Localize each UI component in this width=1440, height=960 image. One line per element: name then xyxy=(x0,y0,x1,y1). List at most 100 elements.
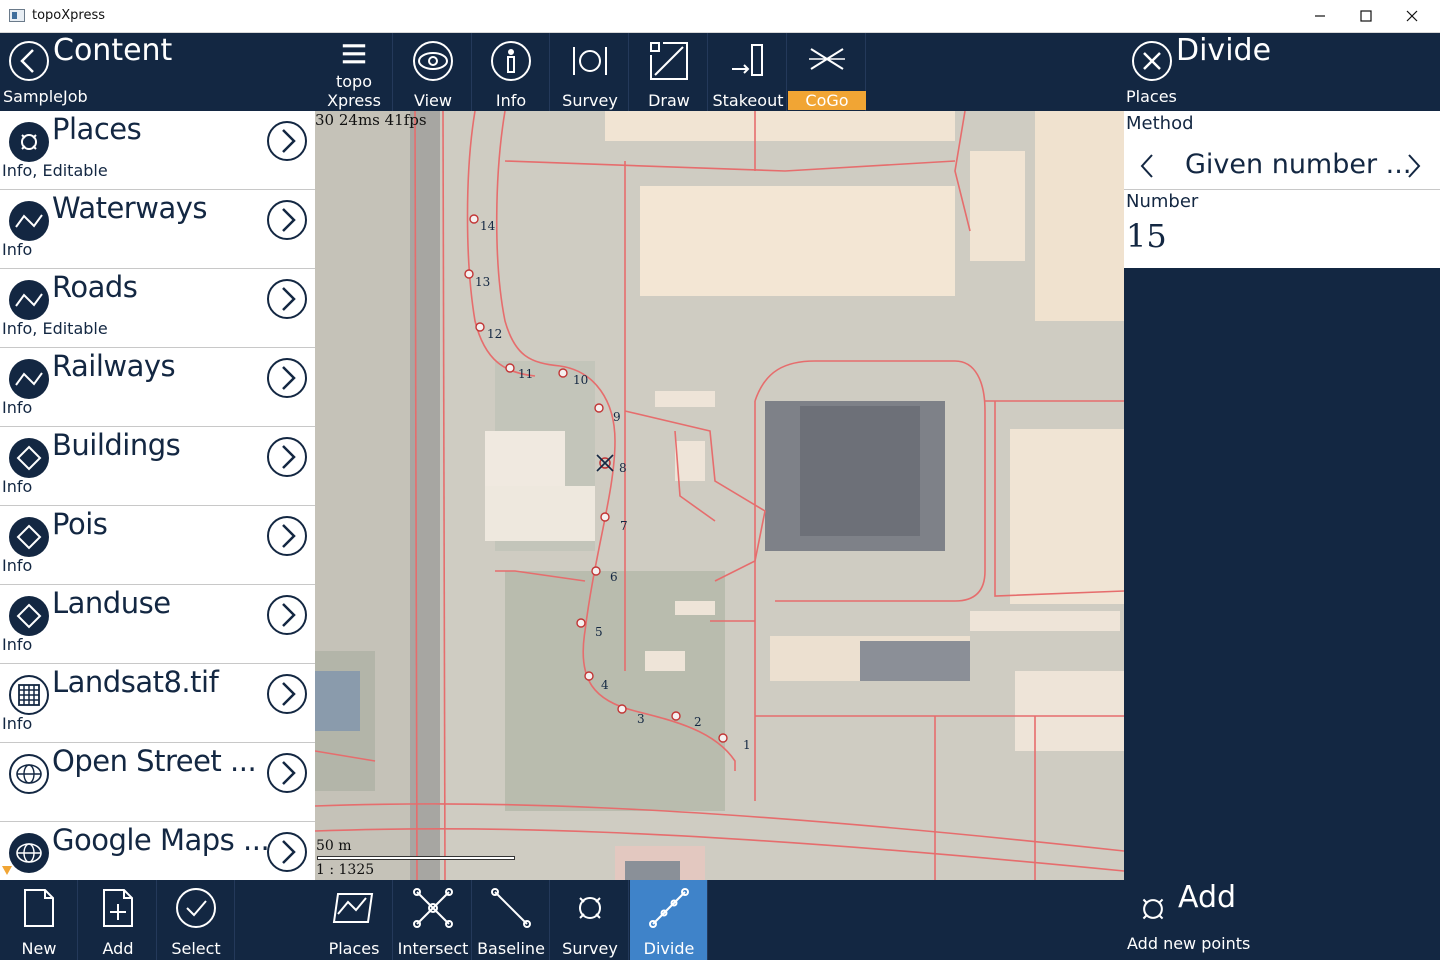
survey-icon xyxy=(573,47,607,75)
layer-row-landsat[interactable]: Landsat8.tif Info xyxy=(0,664,315,743)
maximize-button[interactable] xyxy=(1343,0,1389,32)
bottom-left-toolbar: New Add Select xyxy=(0,880,315,960)
survey-point-icon xyxy=(579,897,601,919)
building xyxy=(1035,111,1124,321)
chevron-right-icon[interactable] xyxy=(266,752,308,794)
chevron-left-icon[interactable] xyxy=(1139,152,1155,180)
layer-name: Railways xyxy=(52,349,176,383)
divide-title: Divide xyxy=(1176,33,1272,68)
layer-row-buildings[interactable]: Buildings Info xyxy=(0,427,315,506)
add-document-icon xyxy=(103,889,133,927)
layer-name: Roads xyxy=(52,270,138,304)
line-layer-icon xyxy=(9,201,49,241)
select-button[interactable]: Select xyxy=(157,880,235,960)
close-icon xyxy=(1406,10,1418,22)
building xyxy=(970,151,1025,261)
add-label: Add xyxy=(102,939,134,958)
polygon-layer-icon xyxy=(9,438,49,478)
window-title: topoXpress xyxy=(32,8,106,23)
add-point-icon xyxy=(1142,898,1164,920)
top-toolbar: topo Xpress View Info Survey Draw Stakeo… xyxy=(315,33,1124,111)
places-tool-button[interactable]: Places xyxy=(315,880,393,960)
app-icon xyxy=(9,9,25,22)
chevron-right-icon[interactable] xyxy=(266,436,308,478)
close-window-button[interactable] xyxy=(1389,0,1435,32)
add-layer-button[interactable]: Add xyxy=(79,880,157,960)
layer-row-places[interactable]: Places Info, Editable xyxy=(0,111,315,190)
layer-row-pois[interactable]: Pois Info xyxy=(0,506,315,585)
new-document-icon xyxy=(24,889,54,927)
layer-info: Info xyxy=(2,240,33,259)
survey-bottom-label: Survey xyxy=(562,939,618,958)
places-icon xyxy=(9,122,49,162)
divide-form: Method Given number ... Number 15 xyxy=(1124,111,1440,268)
point-label: 5 xyxy=(595,625,603,639)
selected-point-icon[interactable] xyxy=(596,454,614,472)
layer-row-googlemaps[interactable]: Google Maps ... xyxy=(0,822,315,880)
map-view[interactable]: 1 2 3 4 5 6 7 8 9 10 11 12 13 14 30 24ms… xyxy=(315,111,1124,880)
chevron-right-icon[interactable] xyxy=(266,831,308,873)
survey-bottom-button[interactable]: Survey xyxy=(551,880,629,960)
scroll-indicator-icon xyxy=(2,866,12,875)
add-points-button[interactable]: Add Add new points xyxy=(1124,880,1440,960)
back-icon[interactable] xyxy=(8,40,50,82)
title-bar: topoXpress xyxy=(0,0,1440,33)
layer-info: Info, Editable xyxy=(2,161,108,180)
divider xyxy=(1124,189,1440,190)
divide-button[interactable]: Divide xyxy=(630,880,708,960)
cogo-button[interactable]: CoGo xyxy=(788,33,866,111)
point-label: 14 xyxy=(480,219,496,233)
polygon-layer-icon xyxy=(9,517,49,557)
baseline-icon xyxy=(491,888,531,928)
chevron-right-icon[interactable] xyxy=(1406,152,1422,180)
chevron-right-icon[interactable] xyxy=(266,357,308,399)
info-icon xyxy=(491,41,531,81)
point-label: 2 xyxy=(694,715,702,729)
intersect-button[interactable]: Intersect xyxy=(394,880,472,960)
close-icon[interactable] xyxy=(1131,40,1173,82)
chevron-right-icon[interactable] xyxy=(266,515,308,557)
polygon-layer-icon xyxy=(9,596,49,636)
survey-top-button[interactable]: Survey xyxy=(551,33,629,111)
new-button[interactable]: New xyxy=(0,880,78,960)
menu-button[interactable]: topo Xpress xyxy=(315,33,393,111)
chevron-right-icon[interactable] xyxy=(266,673,308,715)
building xyxy=(605,111,955,141)
method-select[interactable]: Given number ... xyxy=(1185,149,1411,180)
divide-layer: Places xyxy=(1126,87,1177,106)
chevron-right-icon[interactable] xyxy=(266,594,308,636)
stakeout-icon xyxy=(732,44,763,76)
intersect-icon xyxy=(413,888,453,928)
minimize-button[interactable] xyxy=(1297,0,1343,32)
building xyxy=(485,486,595,541)
layer-info: Info xyxy=(2,398,33,417)
draw-label: Draw xyxy=(648,91,690,110)
fps-counter: 30 24ms 41fps xyxy=(315,111,427,129)
job-name: SampleJob xyxy=(3,87,88,106)
draw-button[interactable]: Draw xyxy=(630,33,708,111)
view-button[interactable]: View xyxy=(394,33,472,111)
number-input[interactable]: 15 xyxy=(1126,217,1167,255)
info-label: Info xyxy=(495,91,527,110)
chevron-right-icon[interactable] xyxy=(266,199,308,241)
stakeout-label: Stakeout xyxy=(712,91,784,110)
layer-row-railways[interactable]: Railways Info xyxy=(0,348,315,427)
layer-row-waterways[interactable]: Waterways Info xyxy=(0,190,315,269)
stakeout-button[interactable]: Stakeout xyxy=(709,33,787,111)
places-tool-label: Places xyxy=(328,939,380,958)
layer-row-openstreetmap[interactable]: Open Street ... xyxy=(0,743,315,822)
survey-label: Survey xyxy=(562,91,618,110)
building xyxy=(860,641,970,681)
layer-row-landuse[interactable]: Landuse Info xyxy=(0,585,315,664)
menu-label-line1: topo xyxy=(335,72,372,91)
chevron-right-icon[interactable] xyxy=(266,120,308,162)
baseline-button[interactable]: Baseline xyxy=(472,880,550,960)
draw-icon xyxy=(650,42,688,80)
chevron-right-icon[interactable] xyxy=(266,278,308,320)
layer-info: Info xyxy=(2,556,33,575)
layer-row-roads[interactable]: Roads Info, Editable xyxy=(0,269,315,348)
cogo-label: CoGo xyxy=(788,91,866,110)
info-button[interactable]: Info xyxy=(472,33,550,111)
scale-label: 50 m xyxy=(316,838,352,854)
building xyxy=(625,861,680,880)
